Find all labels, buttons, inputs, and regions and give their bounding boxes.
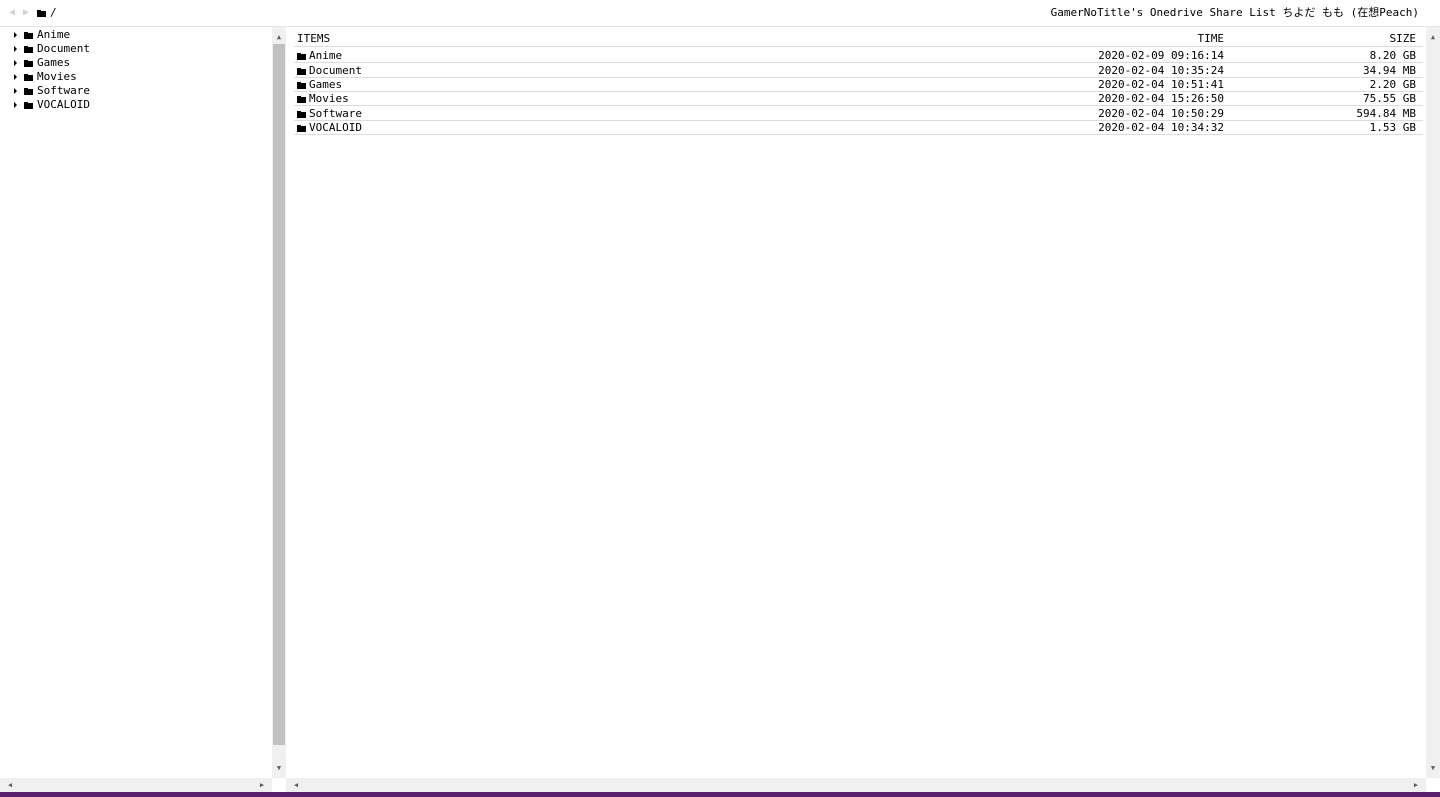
item-name-cell[interactable]: VOCALOID bbox=[297, 121, 362, 135]
folder-icon bbox=[297, 95, 306, 103]
folder-icon bbox=[24, 31, 33, 39]
item-time: 2020-02-04 10:51:41 bbox=[1098, 78, 1224, 91]
item-name[interactable]: Anime bbox=[309, 49, 342, 63]
folder-icon bbox=[297, 124, 306, 132]
scroll-thumb[interactable] bbox=[273, 44, 285, 745]
folder-icon bbox=[24, 73, 33, 81]
folder-icon bbox=[297, 110, 306, 118]
item-name[interactable]: Software bbox=[309, 107, 362, 121]
tree-item-label: VOCALOID bbox=[37, 98, 90, 111]
expand-arrow-icon[interactable] bbox=[14, 88, 17, 94]
table-row[interactable]: Movies 2020-02-04 15:26:50 75.55 GB bbox=[294, 92, 1423, 106]
table-header: ITEMS TIME SIZE bbox=[294, 31, 1423, 47]
scrollbar-corner bbox=[1426, 778, 1440, 792]
scroll-left-button[interactable]: ◀ bbox=[289, 778, 303, 792]
item-name-cell[interactable]: Anime bbox=[297, 49, 342, 63]
file-browser-window: ◀ ▶ / GamerNoTitle's Onedrive Share List… bbox=[0, 0, 1440, 797]
tree-item-document[interactable]: Document bbox=[14, 42, 90, 56]
tree-item-software[interactable]: Software bbox=[14, 84, 90, 98]
listing-vertical-scrollbar[interactable]: ▲ ▼ bbox=[1426, 27, 1440, 778]
folder-icon bbox=[37, 9, 46, 17]
item-name[interactable]: Document bbox=[309, 64, 362, 78]
tree-item-anime[interactable]: Anime bbox=[14, 28, 70, 42]
current-path: / bbox=[50, 6, 57, 19]
column-items[interactable]: ITEMS bbox=[297, 31, 330, 47]
item-size: 594.84 MB bbox=[1356, 107, 1416, 120]
folder-icon bbox=[297, 81, 306, 89]
item-name[interactable]: Movies bbox=[309, 92, 349, 106]
table-row[interactable]: Games 2020-02-04 10:51:41 2.20 GB bbox=[294, 78, 1423, 92]
scroll-up-button[interactable]: ▲ bbox=[272, 30, 286, 44]
item-name[interactable]: Games bbox=[309, 78, 342, 92]
column-time[interactable]: TIME bbox=[1198, 31, 1225, 47]
item-name-cell[interactable]: Document bbox=[297, 64, 362, 78]
forward-button[interactable]: ▶ bbox=[20, 6, 32, 20]
tree-item-games[interactable]: Games bbox=[14, 56, 70, 70]
item-time: 2020-02-04 10:34:32 bbox=[1098, 121, 1224, 134]
item-name-cell[interactable]: Movies bbox=[297, 92, 349, 106]
expand-arrow-icon[interactable] bbox=[14, 102, 17, 108]
tree-item-label: Games bbox=[37, 56, 71, 69]
file-listing: ITEMS TIME SIZE Anime 2020-02-09 09:16:1… bbox=[286, 27, 1426, 778]
item-time: 2020-02-04 10:35:24 bbox=[1098, 64, 1224, 77]
scroll-right-button[interactable]: ▶ bbox=[1409, 778, 1423, 792]
tree-item-vocaloid[interactable]: VOCALOID bbox=[14, 98, 90, 112]
accent-bar bbox=[0, 792, 1440, 797]
table-row[interactable]: Document 2020-02-04 10:35:24 34.94 MB bbox=[294, 64, 1423, 78]
expand-arrow-icon[interactable] bbox=[14, 32, 17, 38]
folder-icon bbox=[24, 45, 33, 53]
breadcrumb[interactable]: / bbox=[37, 6, 57, 20]
item-size: 2.20 GB bbox=[1369, 78, 1416, 91]
listing-horizontal-scrollbar[interactable]: ◀ ▶ bbox=[286, 778, 1426, 792]
scroll-left-button[interactable]: ◀ bbox=[3, 778, 17, 792]
item-time: 2020-02-09 09:16:14 bbox=[1098, 49, 1224, 62]
folder-icon bbox=[24, 59, 33, 67]
sidebar: Anime Document Games Movies Software VOC… bbox=[0, 27, 286, 778]
item-size: 8.20 GB bbox=[1369, 49, 1416, 62]
table-row[interactable]: VOCALOID 2020-02-04 10:34:32 1.53 GB bbox=[294, 121, 1423, 135]
column-size[interactable]: SIZE bbox=[1390, 31, 1417, 47]
scroll-down-button[interactable]: ▼ bbox=[1426, 761, 1440, 775]
expand-arrow-icon[interactable] bbox=[14, 74, 17, 80]
item-size: 75.55 GB bbox=[1363, 92, 1416, 105]
folder-tree: Anime Document Games Movies Software VOC… bbox=[0, 27, 272, 778]
table-row[interactable]: Anime 2020-02-09 09:16:14 8.20 GB bbox=[294, 49, 1423, 63]
scroll-up-button[interactable]: ▲ bbox=[1426, 30, 1440, 44]
header-bar: ◀ ▶ / GamerNoTitle's Onedrive Share List… bbox=[0, 0, 1440, 27]
page-title: GamerNoTitle's Onedrive Share List ちよだ も… bbox=[1050, 6, 1419, 19]
item-name[interactable]: VOCALOID bbox=[309, 121, 362, 135]
folder-icon bbox=[297, 52, 306, 60]
folder-icon bbox=[297, 67, 306, 75]
tree-item-label: Document bbox=[37, 42, 90, 55]
item-name-cell[interactable]: Games bbox=[297, 78, 342, 92]
expand-arrow-icon[interactable] bbox=[14, 60, 17, 66]
scroll-down-button[interactable]: ▼ bbox=[272, 761, 286, 775]
tree-item-movies[interactable]: Movies bbox=[14, 70, 77, 84]
tree-item-label: Anime bbox=[37, 28, 71, 41]
tree-horizontal-scrollbar[interactable]: ◀ ▶ bbox=[0, 778, 272, 792]
back-button[interactable]: ◀ bbox=[6, 6, 18, 20]
tree-item-label: Software bbox=[37, 84, 90, 97]
folder-icon bbox=[24, 101, 33, 109]
expand-arrow-icon[interactable] bbox=[14, 46, 17, 52]
tree-item-label: Movies bbox=[37, 70, 77, 83]
tree-vertical-scrollbar[interactable]: ▲ ▼ bbox=[272, 27, 286, 778]
item-size: 34.94 MB bbox=[1363, 64, 1416, 77]
item-name-cell[interactable]: Software bbox=[297, 107, 362, 121]
item-size: 1.53 GB bbox=[1369, 121, 1416, 134]
table-row[interactable]: Software 2020-02-04 10:50:29 594.84 MB bbox=[294, 107, 1423, 121]
item-time: 2020-02-04 10:50:29 bbox=[1098, 107, 1224, 120]
item-time: 2020-02-04 15:26:50 bbox=[1098, 92, 1224, 105]
folder-icon bbox=[24, 87, 33, 95]
scroll-right-button[interactable]: ▶ bbox=[255, 778, 269, 792]
